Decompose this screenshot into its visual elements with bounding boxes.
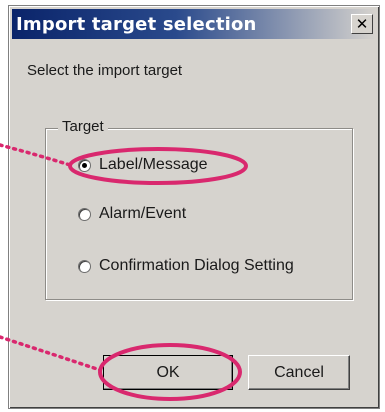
radio-label: Confirmation Dialog Setting xyxy=(99,257,294,274)
close-icon: ✕ xyxy=(355,15,369,33)
radio-option-confirmation-dialog[interactable]: Confirmation Dialog Setting xyxy=(78,257,294,275)
radio-unchecked-icon[interactable] xyxy=(78,207,91,221)
prompt-text: Select the import target xyxy=(27,62,183,79)
target-group-label: Target xyxy=(58,118,108,135)
radio-label: Alarm/Event xyxy=(99,205,187,222)
dialog-title: Import target selection xyxy=(16,14,257,35)
cancel-button[interactable]: Cancel xyxy=(248,355,350,390)
radio-option-label-message[interactable]: Label/Message xyxy=(78,156,208,174)
ok-button[interactable]: OK xyxy=(103,355,233,390)
radio-label: Label/Message xyxy=(99,156,208,173)
dialog-titlebar[interactable]: Import target selection ✕ xyxy=(12,9,376,39)
radio-unchecked-icon[interactable] xyxy=(78,259,91,273)
radio-checked-icon[interactable] xyxy=(78,158,91,172)
close-button[interactable]: ✕ xyxy=(351,14,373,34)
radio-option-alarm-event[interactable]: Alarm/Event xyxy=(78,205,186,223)
